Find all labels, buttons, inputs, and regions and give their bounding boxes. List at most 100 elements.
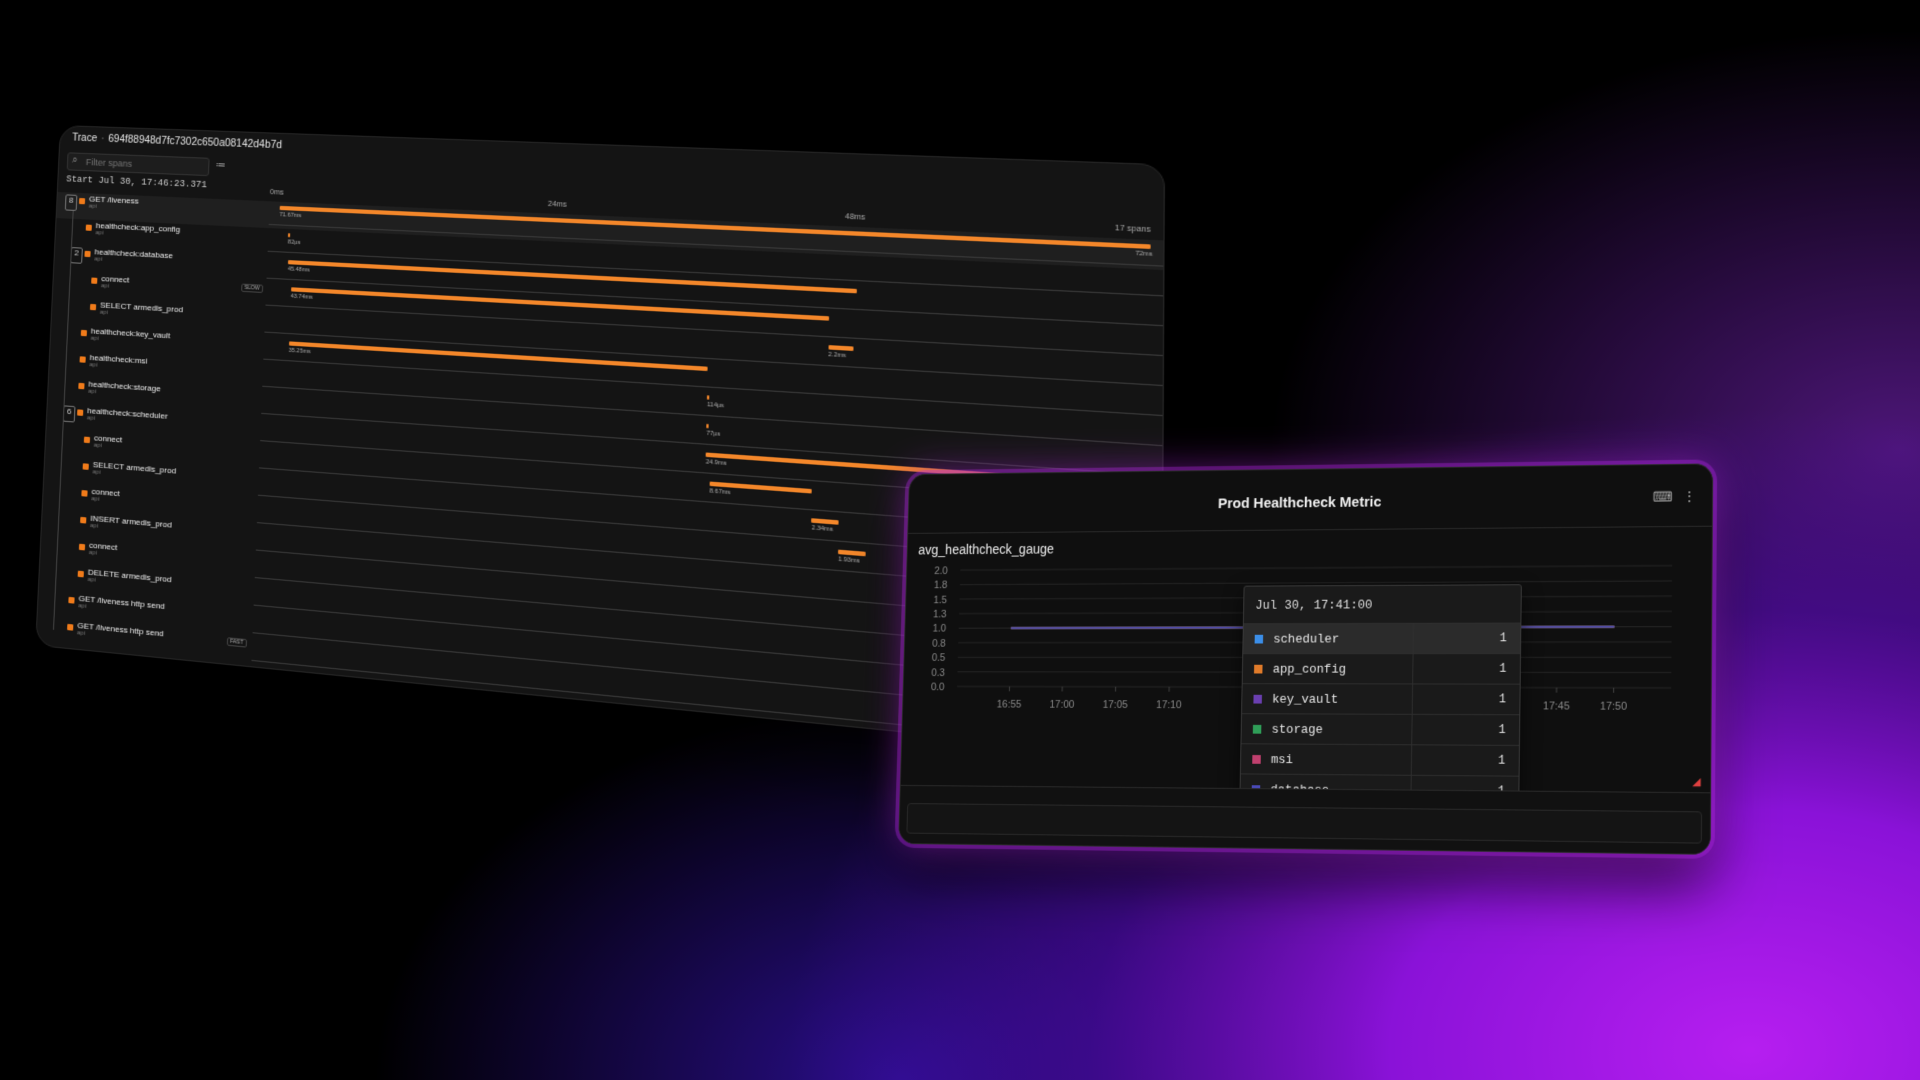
span-duration-bar[interactable]: [288, 233, 290, 237]
timeline-tick-1: 24ms: [548, 201, 567, 209]
trace-label: Trace: [72, 132, 97, 144]
span-service: api: [87, 577, 95, 584]
span-service-dot: [79, 198, 85, 204]
span-duration-bar[interactable]: [812, 518, 839, 525]
span-service: api: [89, 203, 97, 209]
series-value: 1: [1499, 723, 1506, 737]
panel-actions: ⌨ ⋮: [1643, 488, 1696, 505]
y-tick-label: 0.8: [932, 638, 946, 650]
span-duration-label: 1.93ms: [838, 556, 860, 565]
span-service-dot: [77, 409, 83, 416]
span-service-dot: [78, 383, 84, 390]
span-service-dot: [84, 251, 90, 257]
span-service: api: [100, 310, 108, 317]
span-service: api: [91, 496, 99, 503]
span-duration-label: 8.67ms: [709, 488, 730, 496]
series-name: storage: [1271, 722, 1323, 737]
span-service-dot: [91, 278, 97, 284]
series-name: scheduler: [1273, 632, 1339, 647]
y-gridline: [960, 581, 1672, 585]
span-service-dot: [78, 571, 84, 578]
span-count: 17 spans: [1115, 225, 1151, 234]
search-icon: ⌕: [72, 154, 78, 165]
span-children-count[interactable]: 8: [65, 194, 78, 211]
series-value: 1: [1498, 754, 1505, 768]
chart-tooltip: Jul 30, 17:41:00 scheduler 1 app_config 1 ke…: [1239, 584, 1522, 815]
series-value: 1: [1500, 631, 1507, 645]
x-tick-label: 17:00: [1049, 699, 1074, 711]
span-service-dot: [84, 437, 90, 444]
y-tick-label: 0.5: [932, 652, 946, 664]
timeline-tick-0: 0ms: [270, 189, 284, 197]
y-gridline: [960, 566, 1672, 570]
terminal-icon[interactable]: ⌨: [1653, 489, 1673, 505]
span-children-count[interactable]: 6: [63, 405, 76, 422]
panel-footer: [899, 785, 1710, 854]
span-service: api: [94, 256, 102, 262]
span-name: healthcheck:app_config: [96, 221, 181, 234]
span-duration-label: 77µs: [706, 430, 720, 438]
span-service-dot: [79, 544, 85, 551]
span-duration-bar[interactable]: [828, 345, 853, 351]
tooltip-column-divider: [1413, 624, 1414, 653]
span-service: api: [88, 389, 96, 396]
span-name: healthcheck:key_vault: [91, 326, 171, 340]
span-duration-bar[interactable]: [838, 550, 865, 557]
series-value: 1: [1499, 662, 1506, 676]
tooltip-row: storage 1: [1241, 713, 1519, 745]
span-tag: FAST: [227, 637, 247, 647]
series-name: key_vault: [1272, 692, 1338, 707]
y-tick-label: 1.8: [934, 580, 948, 592]
span-duration-label: 43.74ms: [290, 293, 312, 300]
series-swatch: [1253, 695, 1262, 704]
tooltip-row: app_config 1: [1243, 653, 1520, 684]
span-children-count[interactable]: 2: [70, 247, 83, 264]
x-tick-label: 16:55: [996, 699, 1021, 711]
trace-header: Trace · 694f88948d7fc7302c650a08142d4b7d: [72, 132, 282, 151]
span-service-dot: [81, 330, 87, 336]
y-tick-label: 0.3: [931, 667, 945, 679]
filter-spans-input[interactable]: [84, 155, 207, 174]
tooltip-column-divider: [1412, 654, 1413, 683]
filter-icon[interactable]: ≔: [215, 160, 226, 172]
span-duration-label: 2.2ms: [828, 352, 846, 360]
span-end-label: 72ms: [1135, 251, 1152, 259]
tooltip-series-list: scheduler 1 app_config 1 key_vault 1 storage 1 m…: [1245, 585, 1521, 586]
span-service: api: [87, 415, 95, 422]
tooltip-column-divider: [1411, 745, 1412, 775]
more-vertical-icon[interactable]: ⋮: [1682, 488, 1696, 504]
panel-title: Prod Healthcheck Metric: [909, 490, 1712, 515]
tooltip-row: key_vault 1: [1242, 683, 1520, 714]
span-service: api: [89, 550, 97, 557]
resize-handle-icon[interactable]: ◢: [1692, 775, 1704, 787]
tooltip-row: scheduler 1: [1243, 623, 1520, 654]
filter-spans-search[interactable]: ⌕: [67, 152, 210, 176]
x-tick-label: 17:10: [1156, 699, 1182, 711]
series-name: msi: [1271, 752, 1293, 767]
trace-separator: ·: [101, 133, 105, 144]
y-tick-label: 2.0: [934, 565, 948, 577]
span-service-dot: [68, 597, 74, 604]
span-duration-label: 71.67ms: [279, 212, 301, 219]
span-name: SELECT armedis_prod: [100, 300, 183, 314]
y-tick-label: 1.5: [933, 594, 947, 606]
span-service-dot: [90, 304, 96, 310]
series-swatch: [1252, 755, 1261, 764]
span-service: api: [92, 469, 100, 476]
y-tick-label: 1.0: [932, 623, 946, 635]
y-tick-label: 0.0: [931, 681, 945, 693]
span-name: healthcheck:database: [94, 247, 173, 260]
x-tick-label: 17:50: [1600, 700, 1627, 712]
timeline-tick-2: 48ms: [845, 213, 865, 222]
span-service: api: [77, 630, 85, 637]
series-swatch: [1253, 725, 1262, 734]
span-duration-bar[interactable]: [707, 395, 709, 400]
footer-panel: [906, 803, 1702, 844]
span-service-dot: [86, 225, 92, 231]
span-service-dot: [81, 490, 87, 497]
span-duration-bar[interactable]: [706, 424, 708, 429]
series-swatch: [1255, 635, 1264, 644]
span-service-dot: [83, 463, 89, 470]
span-duration-label: 114µs: [707, 402, 724, 410]
span-service: api: [101, 283, 109, 290]
